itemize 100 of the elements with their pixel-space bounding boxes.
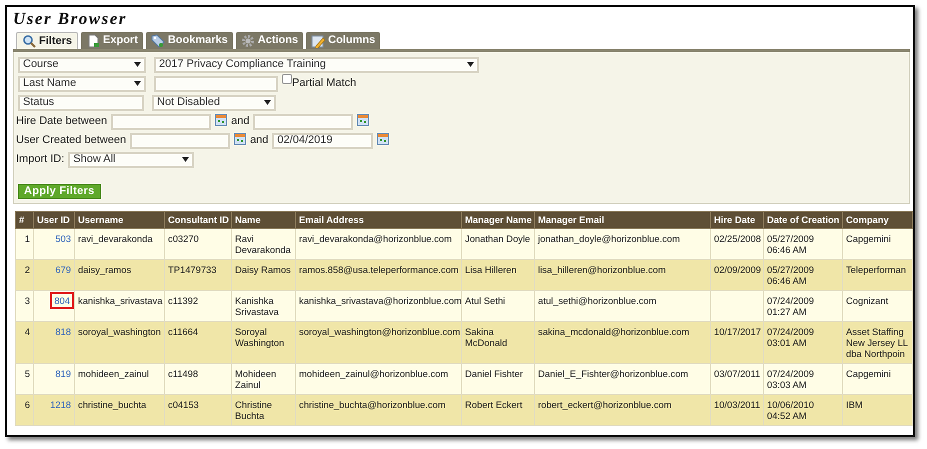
and-label: and xyxy=(231,114,250,130)
table-cell: 10/17/2017 xyxy=(710,322,764,364)
table-cell: Atul Sethi xyxy=(462,290,534,322)
table-cell: atul_sethi@horizonblue.com xyxy=(534,290,710,322)
text-field[interactable] xyxy=(111,114,212,130)
table-cell: 10/03/2011 xyxy=(710,394,764,426)
column-header[interactable]: # xyxy=(16,212,34,229)
field-label: Hire Date between xyxy=(16,114,108,130)
user-id-link[interactable]: 819 xyxy=(55,368,71,380)
pencil-icon xyxy=(311,34,326,48)
table-cell: 07/24/2009 01:27 AM xyxy=(764,290,842,322)
table-cell: sakina_mcdonald@horizonblue.com xyxy=(534,322,710,364)
table-cell: jonathan_doyle@horizonblue.com xyxy=(534,228,710,260)
table-cell: lisa_hilleren@horizonblue.com xyxy=(534,260,710,291)
table-cell: kanishka_srivastava xyxy=(74,290,164,322)
calendar-icon[interactable] xyxy=(357,114,370,126)
table-cell xyxy=(710,290,764,322)
calendar-icon[interactable] xyxy=(377,133,390,145)
table-cell: mohideen_zainul xyxy=(74,364,164,395)
table-cell: 02/09/2009 xyxy=(710,260,764,291)
column-header[interactable]: Consultant ID xyxy=(164,212,232,229)
text-field[interactable] xyxy=(154,76,278,92)
table-cell: Daniel Fishter xyxy=(462,364,534,395)
text-field[interactable] xyxy=(130,132,230,148)
field-label: Import ID: xyxy=(16,152,64,168)
field-label: User Created between xyxy=(16,133,126,148)
table-cell: Mohideen Zainul xyxy=(232,364,296,395)
calendar-icon[interactable] xyxy=(215,114,228,126)
table-cell: Robert Eckert xyxy=(462,394,534,426)
column-header[interactable]: Hire Date xyxy=(710,212,764,229)
column-header[interactable]: Company xyxy=(842,212,912,229)
search-icon xyxy=(22,34,36,48)
tag-icon xyxy=(150,34,165,48)
table-cell: IBM xyxy=(842,394,912,426)
field-dropdown[interactable]: Last Name xyxy=(18,76,146,92)
user-id-link[interactable]: 1218 xyxy=(50,399,71,410)
table-cell: daisy_ramos xyxy=(74,260,164,291)
status-dropdown[interactable]: Not Disabled xyxy=(152,94,276,110)
table-cell: robert_eckert@horizonblue.com xyxy=(534,394,710,426)
table-cell: Soroyal Washington xyxy=(232,322,296,364)
text-field[interactable] xyxy=(253,114,354,130)
table-cell: Teleperforman xyxy=(842,260,912,291)
table-cell: soroyal_washington@horizonblue.com xyxy=(296,322,462,364)
table-cell: Jonathan Doyle xyxy=(462,228,534,260)
column-header[interactable]: Manager Name xyxy=(462,212,534,229)
table-cell: 07/24/2009 03:01 AM xyxy=(764,322,842,364)
caret-icon xyxy=(467,62,474,67)
user-id-link[interactable]: 503 xyxy=(55,233,71,244)
tab[interactable]: Actions xyxy=(236,32,304,49)
text-field[interactable]: 02/04/2019 xyxy=(272,132,374,148)
and-label: and xyxy=(250,133,268,148)
column-header[interactable]: Name xyxy=(232,212,296,229)
table-cell: ramos.858@usa.teleperformance.com xyxy=(296,260,462,291)
field-dropdown[interactable]: Course xyxy=(18,56,146,72)
column-header[interactable]: User ID xyxy=(34,212,74,229)
course-dropdown[interactable]: 2017 Privacy Compliance Training xyxy=(154,56,479,72)
caret-icon xyxy=(264,100,271,105)
checkbox-label: Partial Match xyxy=(292,76,356,92)
table-cell: Asset Staffing New Jersey LL dba Northpoin xyxy=(842,322,912,364)
table-cell: Cognizant xyxy=(842,290,912,322)
tab[interactable]: Export xyxy=(81,32,143,49)
table-cell: 05/27/2009 06:46 AM xyxy=(764,260,842,291)
table-cell: Daniel_E_Fishter@horizonblue.com xyxy=(534,364,710,395)
table-cell: 05/27/2009 06:46 AM xyxy=(764,228,842,260)
caret-icon xyxy=(134,81,141,86)
table-cell: ravi_devarakonda@horizonblue.com xyxy=(296,228,462,260)
import-dropdown[interactable]: Show All xyxy=(68,152,194,168)
table-cell: 2 xyxy=(16,260,34,291)
table-cell: 4 xyxy=(16,322,34,364)
table-cell: Sakina McDonald xyxy=(462,322,534,364)
user-id-link[interactable]: 818 xyxy=(55,326,71,338)
table-cell: 1 xyxy=(16,228,34,260)
column-header[interactable]: Date of Creation xyxy=(764,212,842,229)
caret-icon xyxy=(182,157,190,162)
user-id-link[interactable]: 679 xyxy=(55,264,71,276)
table-cell: soroyal_washington xyxy=(74,322,164,364)
tab[interactable]: Columns xyxy=(306,32,380,49)
table-cell: 3 xyxy=(16,290,34,322)
caret-icon xyxy=(134,62,141,67)
calendar-icon[interactable] xyxy=(234,133,246,145)
table-cell: kanishka_srivastava@horizonblue.com xyxy=(296,290,462,322)
column-header[interactable]: Manager Email xyxy=(534,212,710,229)
table-cell: 5 xyxy=(16,364,34,395)
table-cell: 6 xyxy=(16,394,34,426)
table-cell: christine_buchta xyxy=(74,394,164,426)
user-id-link[interactable]: 804 xyxy=(54,295,70,306)
table-cell: Christine Buchta xyxy=(232,394,296,426)
column-header[interactable]: Username xyxy=(74,212,164,229)
table-cell: Daisy Ramos xyxy=(232,260,296,291)
checkbox[interactable] xyxy=(282,74,292,84)
status-label: Status xyxy=(18,94,144,110)
table-cell: c11664 xyxy=(164,322,232,364)
tab[interactable]: Bookmarks xyxy=(146,32,233,49)
table-cell: c11392 xyxy=(164,290,232,322)
table-cell: ravi_devarakonda xyxy=(74,228,164,260)
tab[interactable]: Filters xyxy=(16,32,78,49)
table-cell: Ravi Devarakonda xyxy=(232,228,296,260)
column-header[interactable]: Email Address xyxy=(296,212,462,229)
table-cell: 03/07/2011 xyxy=(710,364,764,395)
table-cell: 10/06/2010 04:52 AM xyxy=(764,394,842,426)
